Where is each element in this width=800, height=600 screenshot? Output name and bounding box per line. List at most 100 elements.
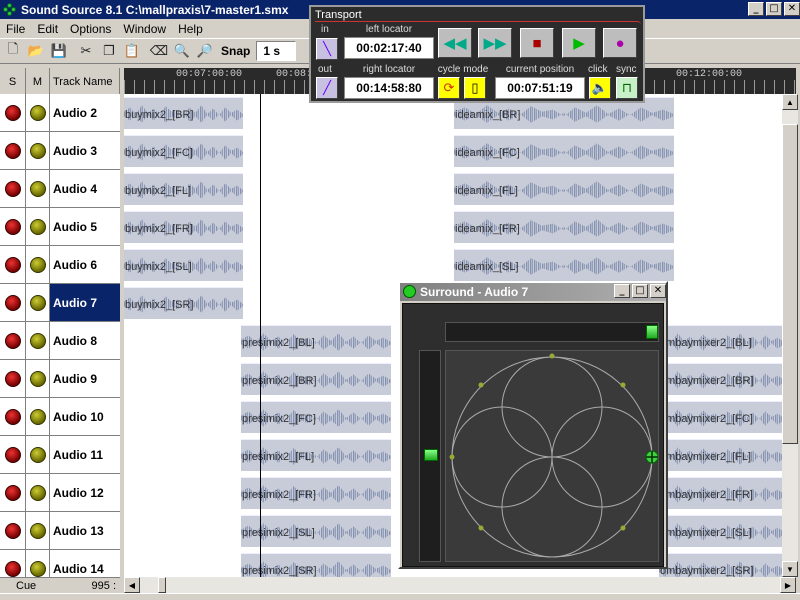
audio-clip[interactable]: presimix2_[BL] xyxy=(241,325,391,357)
audio-clip[interactable]: presimix2_[FL] xyxy=(241,439,391,471)
track-name[interactable]: Audio 3 xyxy=(50,132,120,169)
track-row[interactable]: Audio 6 xyxy=(0,246,120,284)
audio-clip[interactable]: buymix2_[FR] xyxy=(124,211,243,243)
horizontal-scrollbar[interactable]: ◀ ▶ xyxy=(124,577,796,593)
mouse-icon[interactable]: ▯ xyxy=(464,77,486,99)
mute-button[interactable] xyxy=(26,94,50,131)
mute-button[interactable] xyxy=(26,512,50,549)
menu-window[interactable]: Window xyxy=(117,22,172,36)
audio-clip[interactable]: buymix2_[BR] xyxy=(124,97,243,129)
surround-close-button[interactable]: ✕ xyxy=(650,284,666,298)
save-icon[interactable]: 💾 xyxy=(48,40,70,62)
audio-clip[interactable]: ideamix_[SL] xyxy=(454,249,674,281)
track-name[interactable]: Audio 2 xyxy=(50,94,120,131)
vertical-scroll-thumb[interactable] xyxy=(782,124,798,444)
new-icon[interactable]: 🗋 xyxy=(2,40,24,62)
audio-clip[interactable]: presimix2_[SL] xyxy=(241,515,391,547)
track-name[interactable]: Audio 13 xyxy=(50,512,120,549)
surround-maximize-button[interactable]: □ xyxy=(632,284,648,298)
left-locator-field[interactable]: 00:02:17:40 xyxy=(344,37,434,59)
mute-button[interactable] xyxy=(26,322,50,359)
track-name[interactable]: Audio 9 xyxy=(50,360,120,397)
mute-button[interactable] xyxy=(26,208,50,245)
audio-clip[interactable]: ombaymixer2_[SL] xyxy=(659,515,782,547)
vertical-scrollbar[interactable]: ▲ ▼ xyxy=(782,94,798,577)
audio-clip[interactable]: ombaymixer2_[BR] xyxy=(659,363,782,395)
audio-clip[interactable]: buymix2_[SR] xyxy=(124,287,243,319)
audio-clip[interactable]: presimix2_[FR] xyxy=(241,477,391,509)
copy-icon[interactable]: ❐ xyxy=(98,40,120,62)
minimize-button[interactable]: _ xyxy=(748,2,764,16)
record-icon[interactable]: ● xyxy=(603,28,637,58)
track-lane[interactable]: buymix2_[FR] ideamix_[FR] xyxy=(124,208,782,246)
audio-clip[interactable]: buymix2_[SL] xyxy=(124,249,243,281)
sync-icon[interactable]: ⊓ xyxy=(616,77,638,99)
cut-icon[interactable]: ✂ xyxy=(75,40,97,62)
audio-clip[interactable]: presimix2_[SR] xyxy=(241,553,391,577)
stop-icon[interactable]: ■ xyxy=(520,28,554,58)
track-name[interactable]: Audio 6 xyxy=(50,246,120,283)
audio-clip[interactable]: ideamix_[FR] xyxy=(454,211,674,243)
mute-button[interactable] xyxy=(26,436,50,473)
solo-button[interactable] xyxy=(0,322,26,359)
audio-clip[interactable]: buymix2_[FL] xyxy=(124,173,243,205)
current-position-field[interactable]: 00:07:51:19 xyxy=(495,77,585,99)
scroll-left-icon[interactable]: ◀ xyxy=(124,577,140,593)
track-row[interactable]: Audio 13 xyxy=(0,512,120,550)
surround-horizontal-slider[interactable] xyxy=(445,322,659,342)
track-row[interactable]: Audio 10 xyxy=(0,398,120,436)
track-row[interactable]: Audio 14 xyxy=(0,550,120,577)
track-name[interactable]: Audio 8 xyxy=(50,322,120,359)
track-name[interactable]: Audio 4 xyxy=(50,170,120,207)
audio-clip[interactable]: ombaymixer2_[FR] xyxy=(659,477,782,509)
mute-button[interactable] xyxy=(26,284,50,321)
track-row[interactable]: Audio 5 xyxy=(0,208,120,246)
open-folder-icon[interactable]: 📂 xyxy=(25,40,47,62)
track-row[interactable]: Audio 3 xyxy=(0,132,120,170)
audio-clip[interactable]: ideamix_[FC] xyxy=(454,135,674,167)
mute-button[interactable] xyxy=(26,474,50,511)
audio-clip[interactable]: ombaymixer2_[SR] xyxy=(659,553,782,577)
solo-button[interactable] xyxy=(0,436,26,473)
audio-clip[interactable]: ombaymixer2_[FC] xyxy=(659,401,782,433)
maximize-button[interactable]: □ xyxy=(766,2,782,16)
speaker-icon[interactable]: 🔈 xyxy=(589,77,611,99)
horizontal-scroll-thumb[interactable] xyxy=(158,577,166,593)
right-locator-field[interactable]: 00:14:58:80 xyxy=(344,77,434,99)
audio-clip[interactable]: buymix2_[FC] xyxy=(124,135,243,167)
audio-clip[interactable]: presimix2_[BR] xyxy=(241,363,391,395)
track-row[interactable]: Audio 8 xyxy=(0,322,120,360)
track-row[interactable]: Audio 9 xyxy=(0,360,120,398)
scroll-up-icon[interactable]: ▲ xyxy=(782,94,798,110)
eraser-icon[interactable]: ⌫ xyxy=(148,40,170,62)
track-row[interactable]: Audio 2 xyxy=(0,94,120,132)
audio-clip[interactable]: ombaymixer2_[FL] xyxy=(659,439,782,471)
paste-icon[interactable]: 📋 xyxy=(121,40,143,62)
audio-clip[interactable]: presimix2_[FC] xyxy=(241,401,391,433)
cycle-icon[interactable]: ⟳ xyxy=(438,77,460,99)
mute-button[interactable] xyxy=(26,246,50,283)
rewind-icon[interactable]: ◀◀ xyxy=(438,28,472,58)
scroll-right-icon[interactable]: ▶ xyxy=(780,577,796,593)
audio-clip[interactable]: ideamix_[FL] xyxy=(454,173,674,205)
play-icon[interactable]: ▶ xyxy=(562,28,596,58)
solo-button[interactable] xyxy=(0,360,26,397)
surround-title-bar[interactable]: Surround - Audio 7 _ □ ✕ xyxy=(400,283,666,301)
track-name[interactable]: Audio 10 xyxy=(50,398,120,435)
surround-vertical-slider[interactable] xyxy=(419,350,441,562)
solo-button[interactable] xyxy=(0,398,26,435)
track-row[interactable]: Audio 11 xyxy=(0,436,120,474)
track-row[interactable]: Audio 7 xyxy=(0,284,120,322)
solo-button[interactable] xyxy=(0,550,26,577)
scroll-down-icon[interactable]: ▼ xyxy=(782,561,798,577)
track-row[interactable]: Audio 4 xyxy=(0,170,120,208)
close-button[interactable]: ✕ xyxy=(784,2,800,16)
menu-options[interactable]: Options xyxy=(64,22,117,36)
solo-button[interactable] xyxy=(0,474,26,511)
surround-minimize-button[interactable]: _ xyxy=(614,284,630,298)
track-name[interactable]: Audio 5 xyxy=(50,208,120,245)
track-name[interactable]: Audio 14 xyxy=(50,550,120,577)
solo-button[interactable] xyxy=(0,94,26,131)
out-point-icon[interactable]: ╱ xyxy=(316,77,338,99)
menu-edit[interactable]: Edit xyxy=(31,22,64,36)
